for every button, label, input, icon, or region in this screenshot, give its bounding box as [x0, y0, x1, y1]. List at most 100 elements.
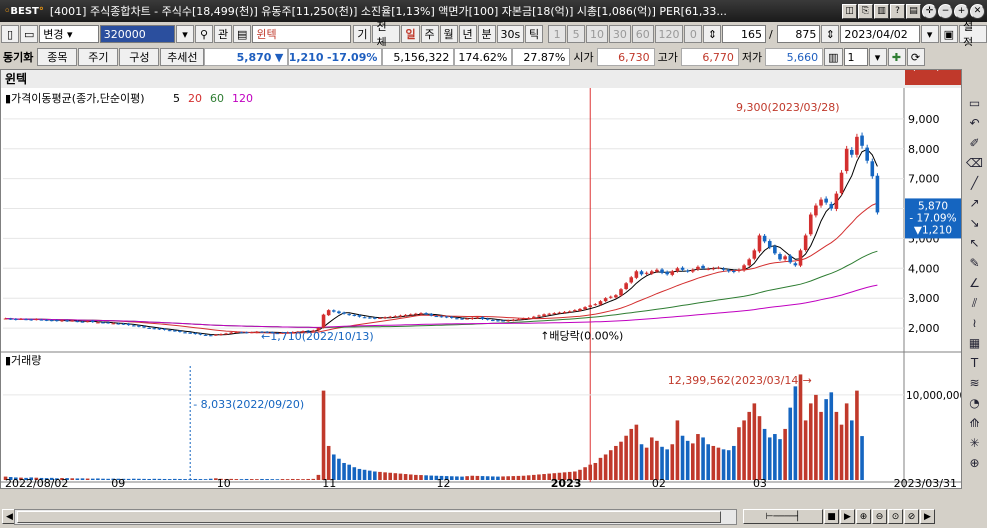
fibo-icon[interactable]: ≋ [966, 374, 984, 392]
help-icon[interactable]: ? [890, 3, 905, 19]
monitor-icon[interactable]: ▭ [20, 25, 39, 43]
scroll-thumb[interactable] [17, 510, 721, 523]
move-icon[interactable]: ✛ [922, 3, 937, 19]
cycle-icon[interactable]: ◔ [966, 394, 984, 412]
window-icon[interactable]: ▭ [966, 94, 984, 112]
maximize-icon[interactable]: + [954, 3, 969, 19]
play-icon[interactable]: ▶ [840, 509, 855, 524]
stop-icon[interactable]: ■ [824, 509, 839, 524]
date-dropdown[interactable]: ▾ [920, 25, 939, 43]
scroll-right-icon[interactable]: ▶ [920, 509, 935, 524]
period-month-tab[interactable]: 월 [439, 25, 458, 43]
search-icon[interactable]: ⚲ [195, 25, 214, 43]
refresh-icon[interactable]: ⟳ [906, 48, 925, 66]
eraser-icon[interactable]: ✐ [966, 134, 984, 152]
fan-icon[interactable]: ⟰ [966, 414, 984, 432]
interval-10-button[interactable]: 10 [586, 25, 608, 43]
gwan-button[interactable]: 관 [214, 25, 233, 43]
last-price-line: 5,870 [918, 200, 948, 212]
period-week-tab[interactable]: 주 [420, 25, 439, 43]
arrow-line-icon[interactable]: ↘ [966, 214, 984, 232]
slider-icon[interactable]: ⊢────┤ [743, 509, 823, 524]
volume-bar [516, 475, 521, 480]
pin-icon[interactable]: ▤ [906, 3, 921, 19]
chart-panel[interactable]: 윈텍(일)9,0008,0007,0006,0005,0004,0003,000… [0, 61, 966, 490]
tab-period[interactable]: 주기 [78, 48, 119, 66]
interval-60-button[interactable]: 60 [631, 25, 654, 43]
volume-bar [849, 420, 854, 480]
tab-stock[interactable]: 종목 [37, 48, 78, 66]
candle-body [234, 331, 239, 333]
candle-body [398, 315, 403, 317]
turnover-cell: 27.87% [512, 48, 571, 66]
period-30s-tab[interactable]: 30s [496, 25, 525, 43]
undo-icon[interactable]: ↶ [966, 114, 984, 132]
stock-name-field[interactable]: 윈텍 [252, 25, 352, 43]
volume-bar [660, 446, 664, 480]
cross-icon[interactable]: ⊕ [966, 454, 984, 472]
link-icon[interactable]: ◫ [842, 3, 857, 19]
save-icon[interactable]: ▣ [939, 25, 958, 43]
tab-compose[interactable]: 구성 [119, 48, 160, 66]
stock-code-input[interactable]: 320000 [99, 25, 176, 43]
pencil-icon[interactable]: ✎ [966, 254, 984, 272]
period-day-tab[interactable]: 일 [401, 25, 420, 43]
date-input[interactable]: 2023/04/02 [840, 25, 920, 43]
candle-body [80, 321, 85, 323]
settings-button[interactable]: 설정 [958, 20, 987, 49]
split-dropdown[interactable]: ▾ [868, 48, 887, 66]
zoom-out-icon[interactable]: ⊖ [872, 509, 887, 524]
count-input[interactable]: 165 [722, 25, 767, 43]
close-icon[interactable]: ✕ [970, 3, 985, 19]
all-button[interactable]: 전체 [372, 20, 401, 49]
split-count-field[interactable]: 1 [843, 48, 868, 66]
tile-icon[interactable]: ▥ [874, 3, 889, 19]
volume-bar [162, 478, 167, 480]
period-year-tab[interactable]: 년 [458, 25, 477, 43]
eraser-all-icon[interactable]: ⌫ [966, 154, 984, 172]
candle-body [439, 316, 444, 318]
grid-icon[interactable]: ▦ [966, 334, 984, 352]
scroll-track[interactable] [14, 508, 737, 525]
volume-bar [270, 479, 275, 480]
chart-scrollbar[interactable]: ◀ ⊢────┤ ■ ▶ ⊕ ⊖ ⊙ ⊘ ▶ [0, 505, 987, 528]
add-icon[interactable]: ✚ [887, 48, 906, 66]
angle-icon[interactable]: ∠ [966, 274, 984, 292]
gann-icon[interactable]: ✳ [966, 434, 984, 452]
screen-split-icon[interactable]: ▯ [1, 25, 19, 43]
interval-30-button[interactable]: 30 [608, 25, 631, 43]
zigzag-icon[interactable]: ≀ [966, 314, 984, 332]
trendline-icon[interactable]: ↗ [966, 194, 984, 212]
ma-indicator-label: ▮가격이동평균(종가,단순이평) [5, 92, 145, 105]
tab-trendline[interactable]: 추세선 [160, 48, 205, 66]
code-spinner[interactable]: ▾ [176, 25, 195, 43]
change-dropdown[interactable]: 변경 ▾ [39, 25, 99, 43]
period-tick-tab[interactable]: 틱 [525, 25, 544, 43]
gi-button[interactable]: 기 [353, 25, 372, 43]
zoom-in-icon[interactable]: ⊕ [856, 509, 871, 524]
chart-icon[interactable]: ▥ [824, 48, 843, 66]
interval-5-button[interactable]: 5 [567, 25, 586, 43]
channel-icon[interactable]: ⫽ [966, 294, 984, 312]
zoom-reset-icon[interactable]: ⊙ [888, 509, 903, 524]
interval-0-button[interactable]: 0 [684, 25, 703, 43]
line-icon[interactable]: ╱ [966, 174, 984, 192]
interval-120-button[interactable]: 120 [654, 25, 684, 43]
interval-spinner[interactable]: ⇕ [703, 25, 722, 43]
list-icon[interactable]: ▤ [233, 25, 252, 43]
volume-bar [793, 386, 798, 480]
sync-label[interactable]: 동기화 [0, 49, 36, 65]
minimize-icon[interactable]: − [938, 3, 953, 19]
date-tick-label: 02 [652, 477, 666, 488]
period-minute-tab[interactable]: 분 [477, 25, 496, 43]
copy-icon[interactable]: ⎘ [858, 3, 873, 19]
ray-icon[interactable]: ↖ [966, 234, 984, 252]
candle-body [229, 332, 234, 334]
candle-chart[interactable]: 윈텍(일)9,0008,0007,0006,0005,0004,0003,000… [1, 61, 966, 490]
text-icon[interactable]: T [966, 354, 984, 372]
interval-1-button[interactable]: 1 [548, 25, 567, 43]
candle-body [793, 263, 798, 266]
count-spinner[interactable]: ⇕ [821, 25, 840, 43]
zoom-fit-icon[interactable]: ⊘ [904, 509, 919, 524]
volume-bar [373, 471, 377, 480]
